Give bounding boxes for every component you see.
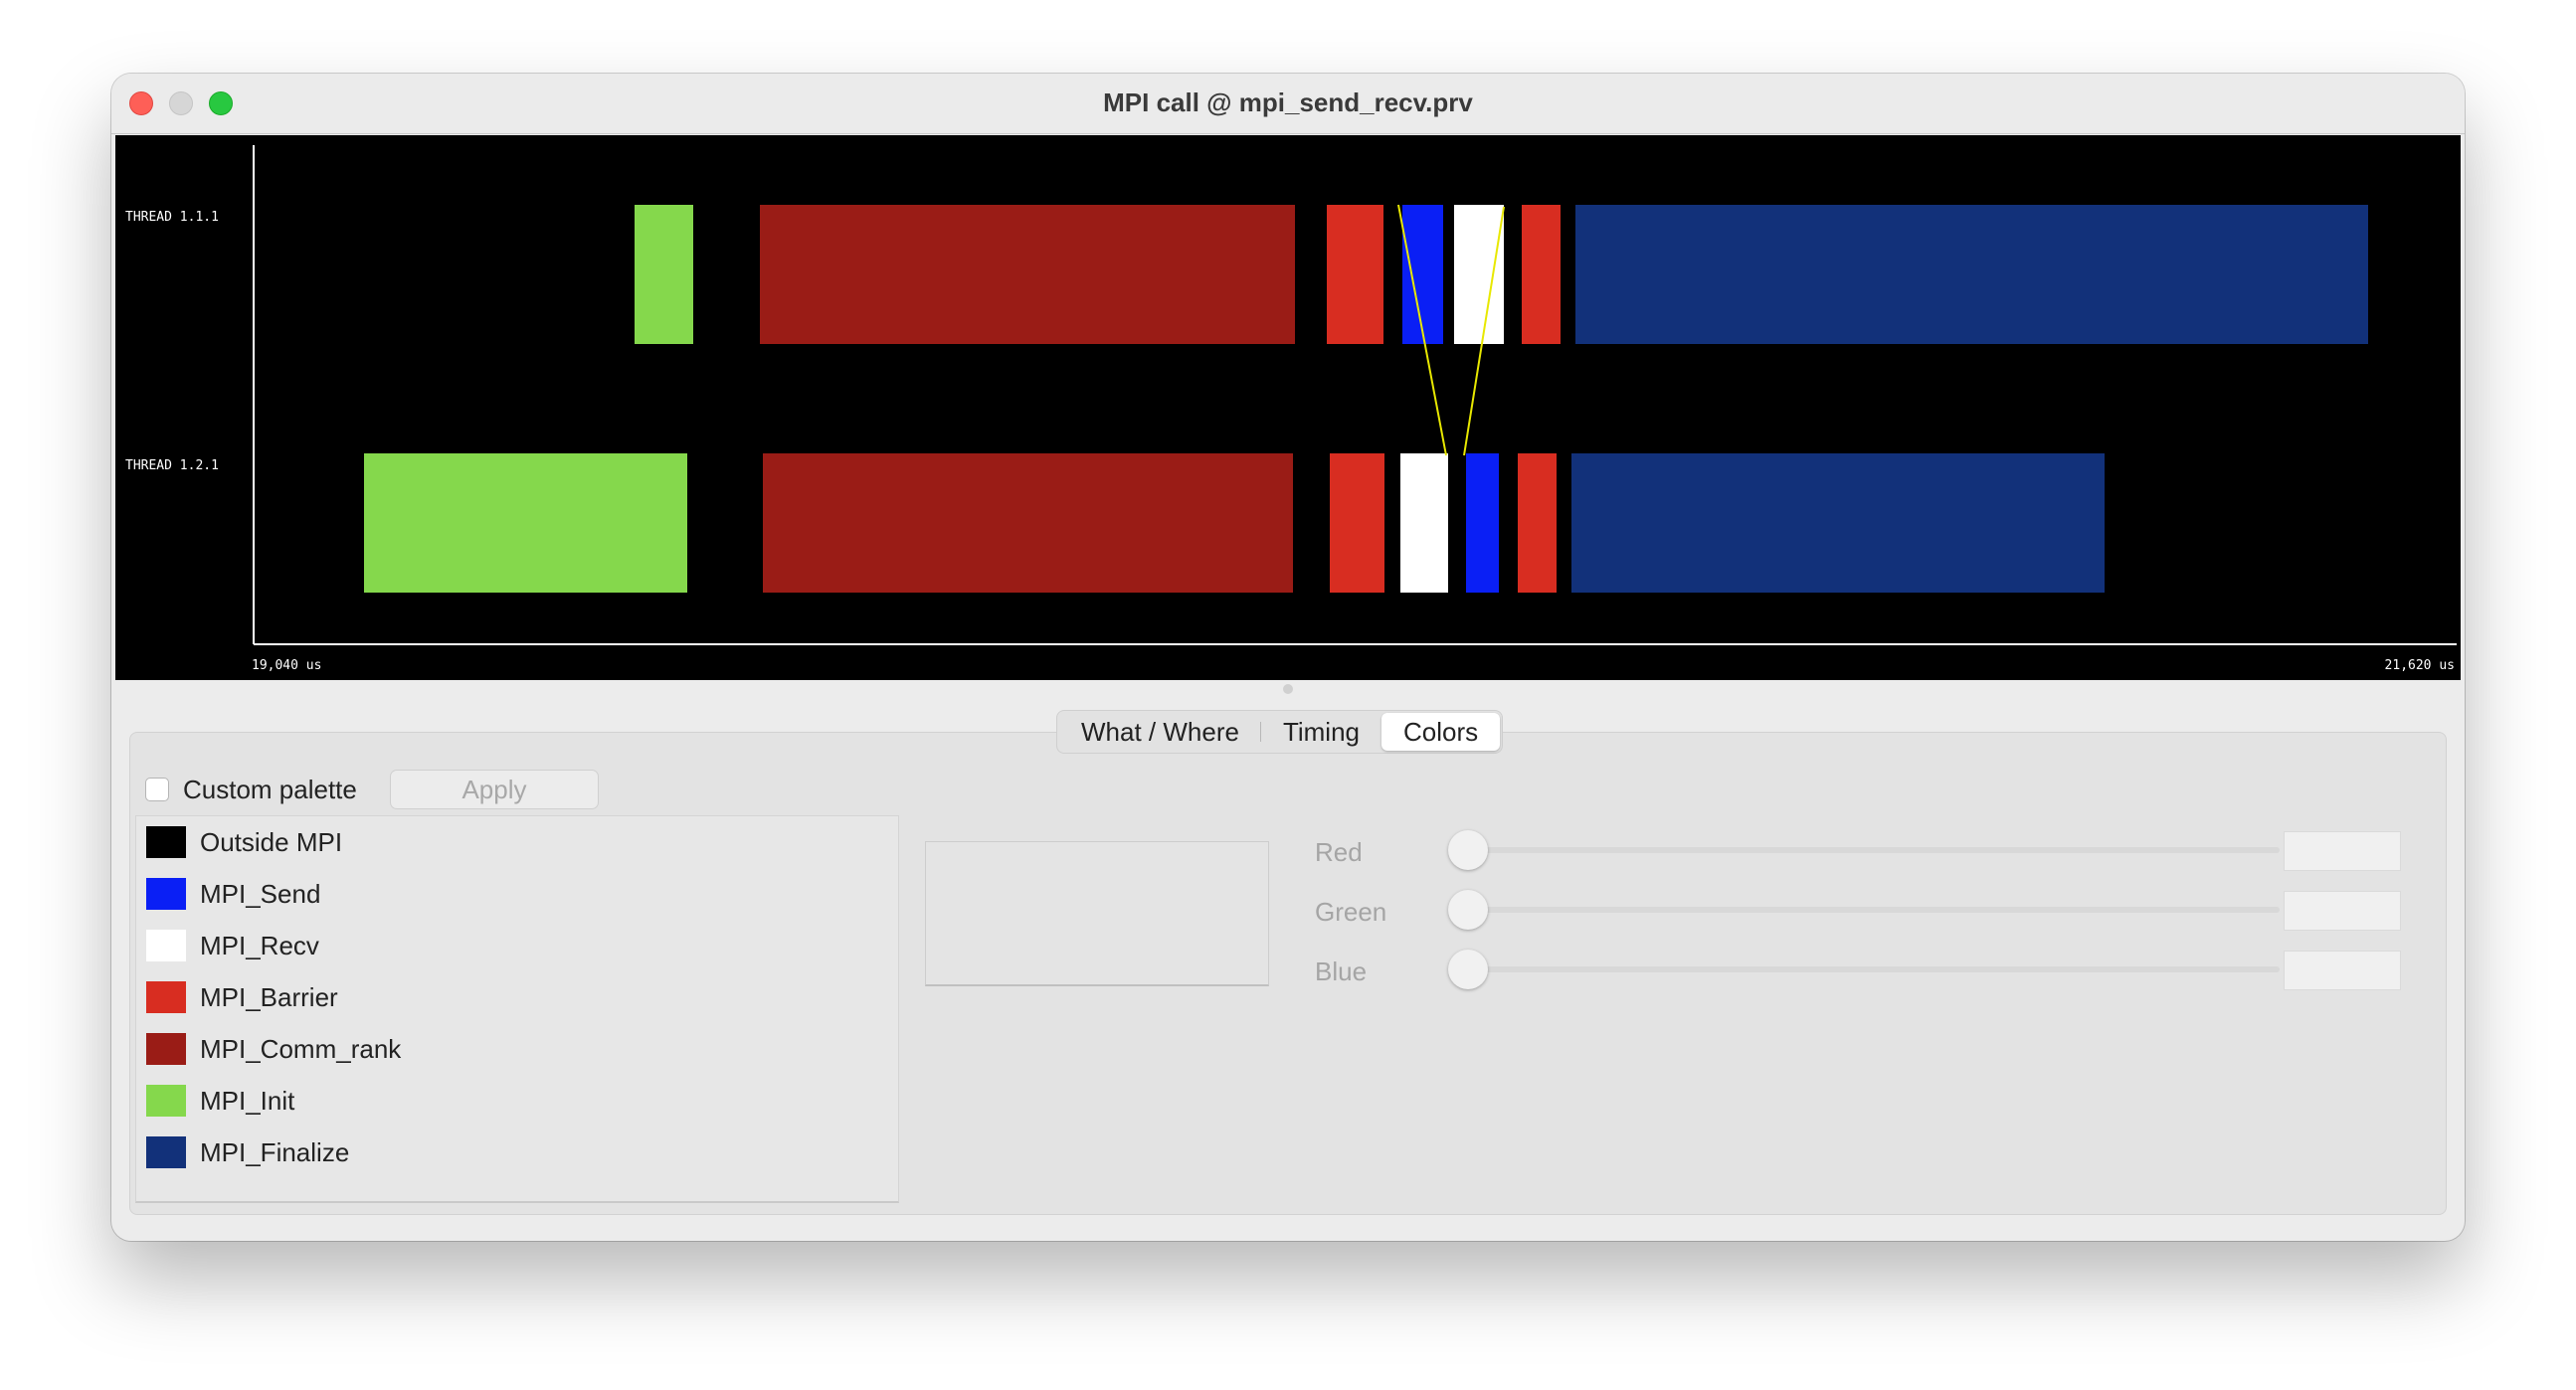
custom-palette-label: Custom palette xyxy=(183,774,357,804)
state-mpi-barrier xyxy=(1518,453,1557,593)
legend-label: Outside MPI xyxy=(200,826,343,857)
legend-item-mpi-init[interactable]: MPI_Init xyxy=(146,1081,294,1121)
tab-timing[interactable]: Timing xyxy=(1261,713,1381,751)
color-swatch xyxy=(146,1136,186,1168)
tab-bar: What / Where Timing Colors xyxy=(1056,710,1504,754)
color-swatch xyxy=(146,1033,186,1065)
timeline-start-label: 19,040 us xyxy=(252,658,321,673)
title-bar: MPI call @ mpi_send_recv.prv xyxy=(111,74,2465,134)
legend-label: MPI_Barrier xyxy=(200,981,338,1012)
state-mpi-send xyxy=(1402,205,1443,344)
legend-label: MPI_Recv xyxy=(200,930,319,960)
color-legend-list[interactable]: Outside MPI MPI_Send MPI_Recv MPI_Barrie… xyxy=(135,815,899,1203)
red-label: Red xyxy=(1315,837,1363,867)
legend-label: MPI_Init xyxy=(200,1085,295,1116)
blue-value-field[interactable] xyxy=(2284,951,2401,990)
state-mpi-recv xyxy=(1400,453,1448,593)
state-mpi-barrier xyxy=(1522,205,1561,344)
state-mpi-send xyxy=(1466,453,1499,593)
legend-item-mpi-send[interactable]: MPI_Send xyxy=(146,874,320,914)
legend-label: MPI_Send xyxy=(200,878,321,909)
state-mpi-finalize xyxy=(1571,453,2105,593)
tab-colors[interactable]: Colors xyxy=(1381,713,1501,751)
color-swatch xyxy=(146,1085,186,1117)
red-slider-track[interactable] xyxy=(1464,847,2280,853)
red-slider-knob[interactable] xyxy=(1448,830,1488,870)
timeline-canvas[interactable]: THREAD 1.1.1 THREAD 1.2.1 19,040 us 21,6… xyxy=(115,135,2461,680)
legend-item-outside-mpi[interactable]: Outside MPI xyxy=(146,822,342,862)
app-window: MPI call @ mpi_send_recv.prv THREAD 1.1.… xyxy=(111,74,2465,1241)
color-swatch xyxy=(146,826,186,858)
green-slider-knob[interactable] xyxy=(1448,890,1488,930)
state-mpi-finalize xyxy=(1575,205,2368,344)
state-mpi-init xyxy=(635,205,693,344)
apply-button[interactable]: Apply xyxy=(390,770,599,809)
color-swatch xyxy=(146,981,186,1013)
blue-slider-track[interactable] xyxy=(1464,966,2280,972)
state-mpi-barrier xyxy=(1330,453,1384,593)
state-mpi-comm-rank xyxy=(760,205,1295,344)
custom-palette-row: Custom palette xyxy=(145,772,357,807)
legend-item-mpi-recv[interactable]: MPI_Recv xyxy=(146,926,319,965)
legend-item-mpi-finalize[interactable]: MPI_Finalize xyxy=(146,1132,349,1172)
blue-slider-knob[interactable] xyxy=(1448,950,1488,989)
state-mpi-barrier xyxy=(1327,205,1383,344)
legend-item-mpi-barrier[interactable]: MPI_Barrier xyxy=(146,977,338,1017)
legend-label: MPI_Comm_rank xyxy=(200,1033,402,1064)
row-label-thread-1-1-1: THREAD 1.1.1 xyxy=(125,210,219,225)
tab-what-where[interactable]: What / Where xyxy=(1059,713,1261,751)
custom-palette-checkbox[interactable] xyxy=(145,778,169,801)
row-label-thread-1-2-1: THREAD 1.2.1 xyxy=(125,458,219,473)
state-mpi-recv xyxy=(1454,205,1504,344)
green-value-field[interactable] xyxy=(2284,891,2401,931)
color-swatch xyxy=(146,930,186,961)
green-label: Green xyxy=(1315,897,1387,927)
window-title: MPI call @ mpi_send_recv.prv xyxy=(1103,87,1473,117)
timeline-end-label: 21,620 us xyxy=(2385,658,2455,673)
color-preview xyxy=(925,841,1269,986)
legend-item-mpi-comm-rank[interactable]: MPI_Comm_rank xyxy=(146,1029,401,1069)
state-mpi-init xyxy=(364,453,687,593)
green-slider-track[interactable] xyxy=(1464,907,2280,913)
blue-label: Blue xyxy=(1315,956,1368,986)
state-mpi-comm-rank xyxy=(763,453,1293,593)
legend-label: MPI_Finalize xyxy=(200,1136,350,1167)
splitter-handle[interactable] xyxy=(1283,684,1293,694)
red-value-field[interactable] xyxy=(2284,831,2401,871)
timeline-view[interactable]: THREAD 1.1.1 THREAD 1.2.1 19,040 us 21,6… xyxy=(115,135,2461,680)
color-swatch xyxy=(146,878,186,910)
